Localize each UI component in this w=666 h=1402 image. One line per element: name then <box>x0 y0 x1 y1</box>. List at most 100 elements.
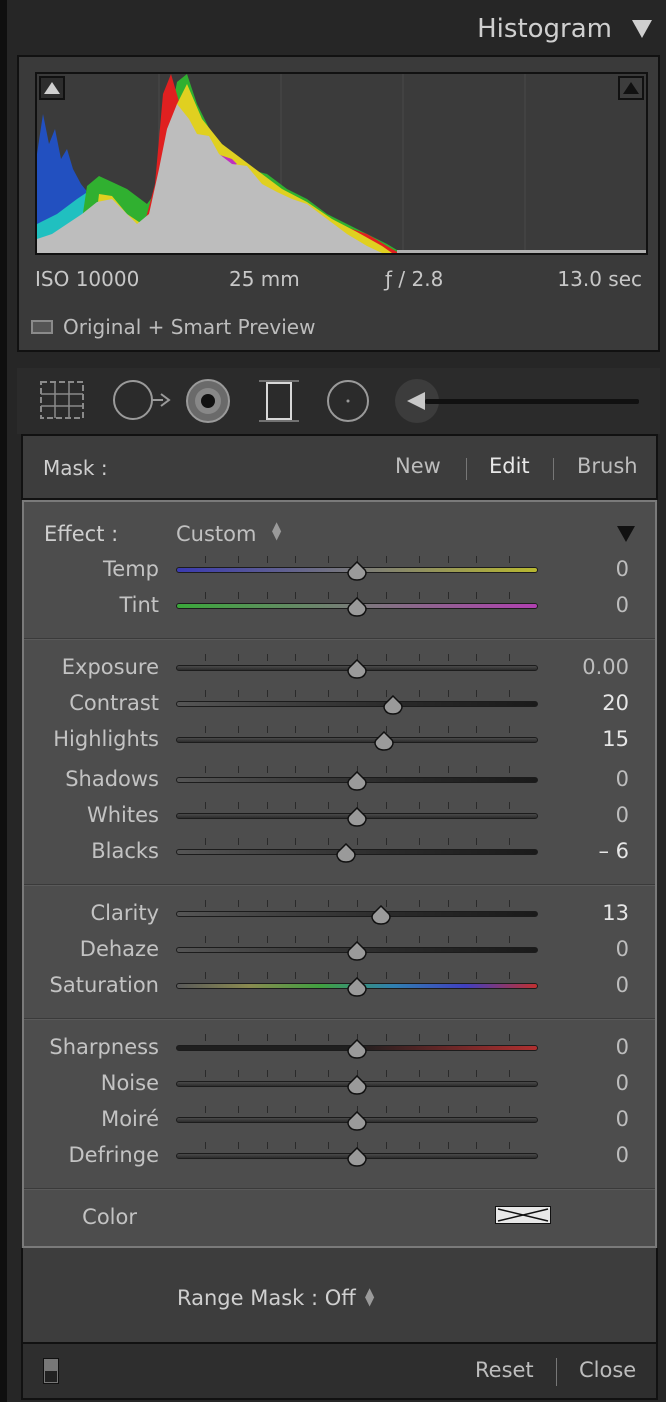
highlight-clipping-toggle[interactable] <box>618 76 644 100</box>
shadows-slider-thumb[interactable] <box>346 771 368 791</box>
moire-value[interactable]: 0 <box>616 1107 629 1131</box>
blacks-slider-thumb[interactable] <box>335 843 357 863</box>
defringe-slider-thumb[interactable] <box>346 1147 368 1167</box>
adjustment-brush-icon[interactable] <box>395 378 645 428</box>
sharpness-slider-row: Sharpness 0 <box>24 1030 655 1066</box>
histogram-title[interactable]: Histogram <box>477 14 612 44</box>
sharpness-slider[interactable] <box>176 1034 540 1062</box>
tint-value[interactable]: 0 <box>616 593 629 617</box>
slider-tick <box>295 1142 297 1149</box>
exposure-slider[interactable] <box>176 654 540 682</box>
noise-value[interactable]: 0 <box>616 1071 629 1095</box>
shadows-value[interactable]: 0 <box>616 767 629 791</box>
highlights-track[interactable] <box>176 737 538 743</box>
slider-tick <box>476 972 478 979</box>
sharpness-slider-thumb[interactable] <box>346 1039 368 1059</box>
color-swatch[interactable] <box>495 1206 551 1224</box>
slider-tick <box>385 972 387 979</box>
slider-tick <box>266 1070 268 1077</box>
shadow-clipping-toggle[interactable] <box>39 76 65 100</box>
spot-removal-icon[interactable] <box>111 378 171 426</box>
highlights-value[interactable]: 15 <box>602 727 629 751</box>
exposure-value[interactable]: 0.00 <box>582 655 629 679</box>
clarity-value[interactable]: 13 <box>602 901 629 925</box>
temp-slider-thumb[interactable] <box>346 561 368 581</box>
moire-slider[interactable] <box>176 1106 540 1134</box>
slider-tick <box>204 838 206 845</box>
slider-tick <box>385 936 387 943</box>
slider-tick <box>357 900 358 907</box>
contrast-value[interactable]: 20 <box>602 691 629 715</box>
slider-tick <box>418 1034 420 1041</box>
preview-status-text: Original + Smart Preview <box>63 315 316 339</box>
updown-arrows-icon[interactable]: ▲ ▼ <box>272 520 281 541</box>
slider-tick <box>295 690 297 697</box>
moire-slider-row: Moiré 0 <box>24 1102 655 1138</box>
slider-tick <box>237 726 239 733</box>
slider-tick <box>204 936 206 943</box>
contrast-slider-thumb[interactable] <box>382 695 404 715</box>
graduated-filter-icon[interactable] <box>259 378 299 428</box>
mask-brush-button[interactable]: Brush <box>577 454 638 478</box>
slider-tick <box>385 556 387 563</box>
slider-tick <box>418 838 420 845</box>
shadows-slider[interactable] <box>176 766 540 794</box>
crop-overlay-icon[interactable] <box>37 378 87 426</box>
slider-tick <box>509 726 511 733</box>
contrast-track[interactable] <box>176 701 538 707</box>
saturation-slider[interactable] <box>176 972 540 1000</box>
range-mask-select[interactable]: Range Mask : Off <box>177 1286 356 1310</box>
collapse-triangle-icon[interactable] <box>617 526 635 542</box>
contrast-slider[interactable] <box>176 690 540 718</box>
close-button[interactable]: Close <box>579 1358 636 1382</box>
red-eye-icon[interactable] <box>185 378 231 428</box>
blacks-slider[interactable] <box>176 838 540 866</box>
dehaze-slider-thumb[interactable] <box>346 941 368 961</box>
updown-arrows-icon[interactable]: ▲ ▼ <box>365 1286 374 1307</box>
highlights-slider-thumb[interactable] <box>373 731 395 751</box>
mask-edit-button[interactable]: Edit <box>489 454 530 478</box>
reset-button[interactable]: Reset <box>475 1358 534 1382</box>
tint-slider-thumb[interactable] <box>346 597 368 617</box>
slider-tick <box>295 556 297 563</box>
tint-slider[interactable] <box>176 592 540 620</box>
mask-label: Mask : <box>43 456 108 480</box>
dehaze-slider[interactable] <box>176 936 540 964</box>
whites-value[interactable]: 0 <box>616 803 629 827</box>
blacks-value[interactable]: – 6 <box>598 839 629 863</box>
effect-preset-select[interactable]: Custom <box>176 522 256 546</box>
slider-tick <box>476 838 478 845</box>
mask-new-button[interactable]: New <box>395 454 441 478</box>
moire-slider-thumb[interactable] <box>346 1111 368 1131</box>
slider-tick <box>295 838 297 845</box>
whites-slider[interactable] <box>176 802 540 830</box>
temp-slider[interactable] <box>176 556 540 584</box>
exposure-slider-thumb[interactable] <box>346 659 368 679</box>
clarity-track[interactable] <box>176 911 538 917</box>
collapse-triangle-icon[interactable] <box>632 20 652 38</box>
whites-slider-thumb[interactable] <box>346 807 368 827</box>
clarity-slider-thumb[interactable] <box>370 905 392 925</box>
slider-tick <box>295 592 297 599</box>
defringe-value[interactable]: 0 <box>616 1143 629 1167</box>
panel-enable-switch[interactable] <box>43 1358 59 1384</box>
slider-tick <box>509 654 511 661</box>
blacks-label: Blacks <box>91 839 159 863</box>
preview-status[interactable]: Original + Smart Preview <box>31 315 315 339</box>
noise-slider[interactable] <box>176 1070 540 1098</box>
saturation-value[interactable]: 0 <box>616 973 629 997</box>
slider-tick <box>447 766 449 773</box>
sharpness-value[interactable]: 0 <box>616 1035 629 1059</box>
clarity-slider[interactable] <box>176 900 540 928</box>
dehaze-value[interactable]: 0 <box>616 937 629 961</box>
temp-value[interactable]: 0 <box>616 557 629 581</box>
slider-tick <box>295 654 297 661</box>
slider-tick <box>447 1034 449 1041</box>
highlights-slider[interactable] <box>176 726 540 754</box>
radial-filter-icon[interactable] <box>325 378 371 428</box>
histogram-graph[interactable] <box>35 72 648 255</box>
saturation-slider-thumb[interactable] <box>346 977 368 997</box>
defringe-slider[interactable] <box>176 1142 540 1170</box>
contrast-slider-row: Contrast 20 <box>24 686 655 722</box>
noise-slider-thumb[interactable] <box>346 1075 368 1095</box>
